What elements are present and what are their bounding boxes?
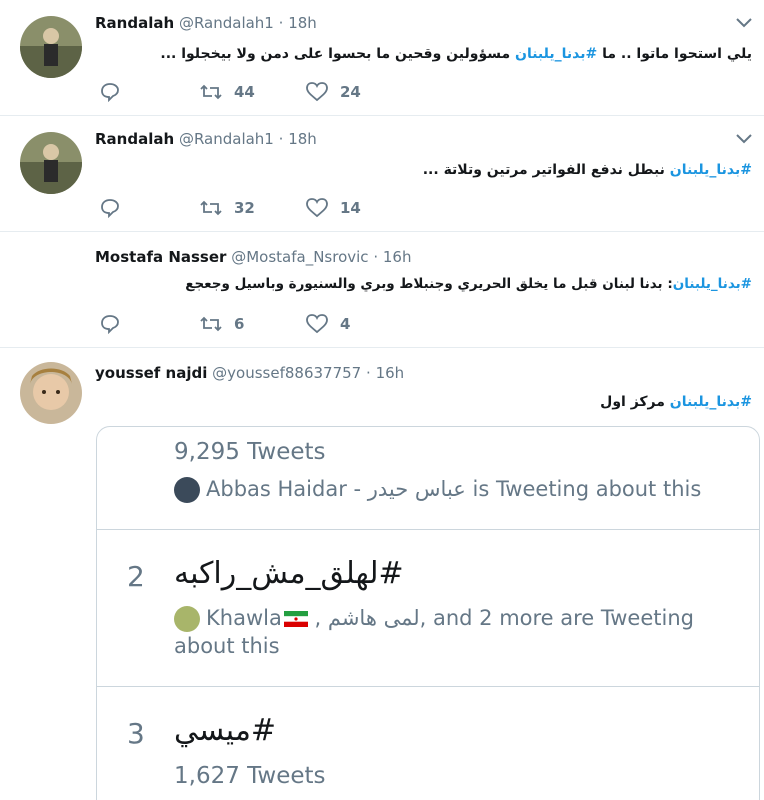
avatar[interactable] bbox=[20, 362, 82, 424]
reply-icon bbox=[101, 83, 119, 102]
retweet-count: 44 bbox=[234, 83, 255, 101]
iran-flag-icon bbox=[283, 611, 308, 627]
tweet-text-after: : بدنا لبنان قبل ما يخلق الحريري وجنبلاط… bbox=[185, 276, 673, 292]
hashtag-link[interactable]: #بدنا_يلبنان bbox=[670, 394, 752, 410]
separator-dot: · bbox=[278, 14, 284, 32]
trend-item[interactable]: 9,295 Tweets Abbas Haidar - عباس حيدر is… bbox=[97, 427, 759, 530]
tweeting-user-name[interactable]: Khawla bbox=[206, 606, 282, 630]
tweet-text: #بدنا_يلبنان نبطل ندفع الفواتير مرتين وت… bbox=[423, 162, 752, 178]
trend-rank: 3 bbox=[127, 717, 145, 750]
like-count: 24 bbox=[340, 83, 361, 101]
tweet-actions: 44 24 bbox=[100, 81, 361, 103]
like-button[interactable]: 4 bbox=[306, 314, 350, 334]
user-handle[interactable]: @youssef88637757 bbox=[212, 364, 361, 382]
tweet[interactable]: Randalah @Randalah1 · 18h #بدنا_يلبنان ن… bbox=[0, 116, 764, 232]
user-handle[interactable]: @Mostafa_Nsrovic bbox=[231, 248, 368, 266]
like-count: 4 bbox=[340, 315, 351, 333]
tweeting-user-name[interactable]: Abbas Haidar - عباس حيدر bbox=[206, 477, 466, 501]
reply-button[interactable] bbox=[100, 82, 200, 102]
tweet-text-after: نبطل ندفع الفواتير مرتين وتلاتة ... bbox=[422, 162, 670, 178]
reply-icon bbox=[101, 199, 119, 218]
tweet-text-after: مركز اول bbox=[600, 394, 670, 410]
tweet-text-after: مسؤولين وقحين ما بحسوا على دمن ولا بيخجل… bbox=[160, 46, 516, 62]
chevron-down-icon[interactable] bbox=[736, 134, 752, 144]
chevron-down-icon[interactable] bbox=[736, 18, 752, 28]
trend-rank: 2 bbox=[127, 560, 145, 593]
hashtag-link[interactable]: #بدنا_يلبنان bbox=[670, 162, 752, 178]
retweet-icon bbox=[200, 84, 222, 100]
tweet-text: يلي استحوا ماتوا .. ما #بدنا_يلبنان مسؤو… bbox=[160, 46, 752, 62]
hashtag-link[interactable]: #بدنا_يلبنان bbox=[515, 46, 597, 62]
separator-dot: · bbox=[278, 130, 284, 148]
tweet-header: Randalah @Randalah1 · 18h bbox=[95, 14, 317, 32]
tweet-header: youssef najdi @youssef88637757 · 16h bbox=[95, 364, 404, 382]
avatar bbox=[174, 477, 200, 503]
heart-icon bbox=[306, 82, 328, 102]
tweeting-suffix: is Tweeting about this bbox=[465, 477, 702, 501]
user-handle[interactable]: @Randalah1 bbox=[179, 14, 274, 32]
like-count: 14 bbox=[340, 199, 361, 217]
tweet[interactable]: Randalah @Randalah1 · 18h يلي استحوا مات… bbox=[0, 0, 764, 116]
tweeting-suffix: , لمى هاشم, and 2 more are Tweeting bbox=[307, 606, 694, 630]
trend-name[interactable]: #لهلق_مش_راكبه bbox=[174, 556, 404, 591]
display-name[interactable]: youssef najdi bbox=[95, 364, 207, 382]
retweet-count: 32 bbox=[234, 199, 255, 217]
tweet[interactable]: Mostafa Nasser @Mostafa_Nsrovic · 16h #ب… bbox=[0, 232, 764, 348]
tweet-text: #بدنا_يلبنان: بدنا لبنان قبل ما يخلق الح… bbox=[185, 276, 752, 292]
trends-card[interactable]: 9,295 Tweets Abbas Haidar - عباس حيدر is… bbox=[96, 426, 760, 800]
timestamp[interactable]: 16h bbox=[376, 364, 405, 382]
trend-tweet-count: 1,627 Tweets bbox=[174, 763, 326, 789]
reply-button[interactable] bbox=[100, 314, 200, 334]
tweet-text: #بدنا_يلبنان مركز اول bbox=[600, 394, 752, 410]
like-button[interactable]: 14 bbox=[306, 198, 361, 218]
tweet-text-before: يلي استحوا ماتوا .. ما bbox=[597, 46, 752, 62]
trend-name[interactable]: #ميسي bbox=[174, 713, 276, 748]
trend-tweet-count: 9,295 Tweets bbox=[174, 439, 326, 465]
trend-item[interactable]: 3 #ميسي 1,627 Tweets bbox=[97, 687, 759, 800]
timestamp[interactable]: 18h bbox=[288, 130, 317, 148]
reply-button[interactable] bbox=[100, 198, 200, 218]
retweet-count: 6 bbox=[234, 315, 245, 333]
reply-icon bbox=[101, 315, 119, 334]
separator-dot: · bbox=[373, 248, 379, 266]
tweeting-suffix-line2: about this bbox=[174, 634, 280, 658]
tweet-header: Mostafa Nasser @Mostafa_Nsrovic · 16h bbox=[95, 248, 411, 266]
tweet-actions: 6 4 bbox=[100, 313, 350, 335]
tweet-header: Randalah @Randalah1 · 18h bbox=[95, 130, 317, 148]
display-name[interactable]: Randalah bbox=[95, 130, 174, 148]
retweet-icon bbox=[200, 316, 222, 332]
user-handle[interactable]: @Randalah1 bbox=[179, 130, 274, 148]
separator-dot: · bbox=[366, 364, 371, 382]
like-button[interactable]: 24 bbox=[306, 82, 361, 102]
avatar bbox=[174, 606, 200, 632]
trend-tweeting-about: Khawla , لمى هاشم, and 2 more are Tweeti… bbox=[174, 604, 694, 660]
heart-icon bbox=[306, 314, 328, 334]
retweet-button[interactable]: 32 bbox=[200, 198, 306, 218]
timestamp[interactable]: 18h bbox=[288, 14, 317, 32]
retweet-button[interactable]: 6 bbox=[200, 314, 306, 334]
trend-item[interactable]: 2 #لهلق_مش_راكبه Khawla , لمى هاشم, and … bbox=[97, 530, 759, 687]
trend-tweeting-about: Abbas Haidar - عباس حيدر is Tweeting abo… bbox=[174, 475, 701, 503]
tweet-actions: 32 14 bbox=[100, 197, 361, 219]
retweet-button[interactable]: 44 bbox=[200, 82, 306, 102]
avatar[interactable] bbox=[20, 132, 82, 194]
retweet-icon bbox=[200, 200, 222, 216]
timestamp[interactable]: 16h bbox=[383, 248, 412, 266]
display-name[interactable]: Mostafa Nasser bbox=[95, 248, 226, 266]
hashtag-link[interactable]: #بدنا_يلبنان bbox=[673, 276, 752, 292]
display-name[interactable]: Randalah bbox=[95, 14, 174, 32]
heart-icon bbox=[306, 198, 328, 218]
avatar[interactable] bbox=[20, 16, 82, 78]
